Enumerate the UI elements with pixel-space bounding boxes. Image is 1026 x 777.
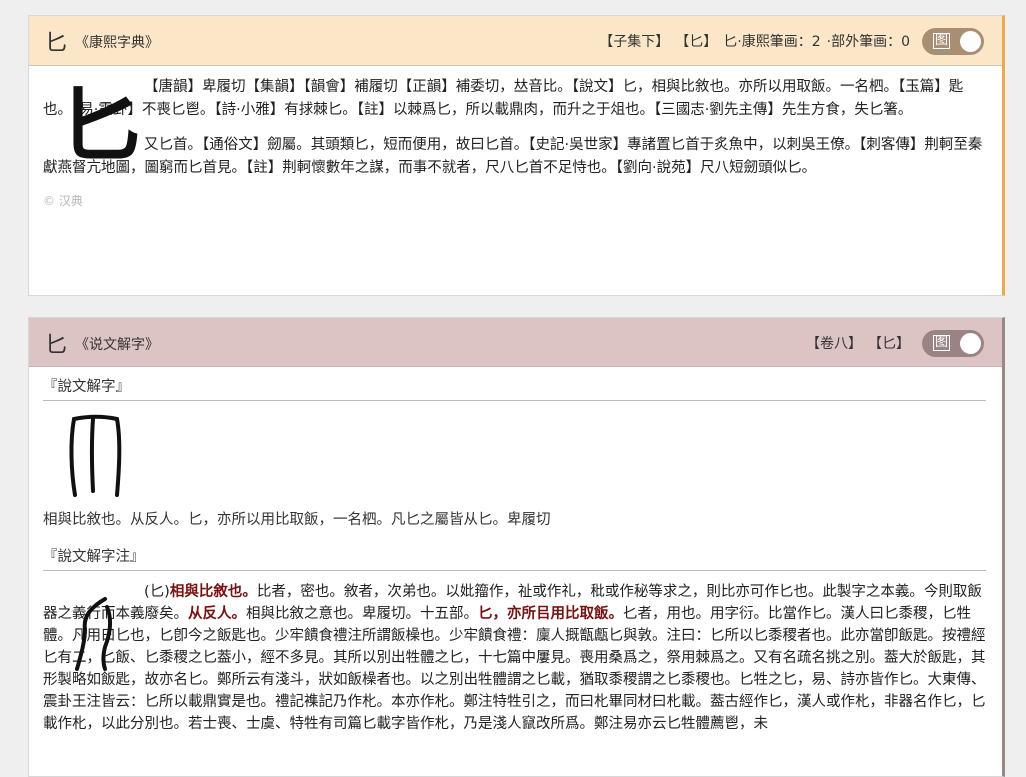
shuowen-body: 『說文解字』 相與比敘也。从反人。匕，亦所以用比取飯，一名柶。凡匕之屬皆从匕。卑… [29, 367, 1002, 735]
meta-volume: 【卷八】 [806, 333, 862, 353]
toggle-label: 图 [933, 33, 950, 49]
kangxi-card-header: 匕 《康熙字典》 【子集下】 【匕】 匕·康熙筆画：2 ·部外筆画：0 图 [29, 16, 1002, 66]
shuowen-card: 匕 《说文解字》 【卷八】 【匕】 图 『說文解字』 相與比敘也。从反人。匕，亦… [28, 317, 1005, 777]
seal-script-glyph [65, 411, 125, 501]
shuowen-card-header: 匕 《说文解字》 【卷八】 【匕】 图 [29, 318, 1002, 367]
shuowen-definition: 相與比敘也。从反人。匕，亦所以用比取飯，一名柶。凡匕之屬皆从匕。卑履切 [43, 509, 986, 531]
annotation-plain: (匕) [144, 584, 170, 600]
header-character: 匕 [45, 327, 67, 359]
annotation-highlight: 从反人。 [188, 606, 246, 622]
toggle-knob [960, 31, 981, 52]
copyright-note: © 汉典 [43, 192, 988, 209]
shuowen-meta: 【卷八】 【匕】 图 [806, 329, 984, 357]
definition-paragraph: 【唐韻】卑履切【集韻】【韻會】補履切【正韻】補委切，𠀤音比。【說文】匕，相與比敘… [43, 76, 988, 122]
section-title-shuowen: 『說文解字』 [43, 375, 986, 401]
meta-strokes: 匕·康熙筆画：2 [723, 31, 820, 51]
image-toggle[interactable]: 图 [922, 28, 984, 55]
annotation-block: (匕)相與比敘也。比者，密也。敘者，次弟也。以妣籀作𠤝，祉或作礼，秕或作秘等求之… [43, 581, 986, 735]
kangxi-dictionary-card: 匕 《康熙字典》 【子集下】 【匕】 匕·康熙筆画：2 ·部外筆画：0 图 匕 … [28, 15, 1005, 296]
annotation-plain: 𠤎者，用也。用字衍。比當作匕。漢人曰匕黍稷，匕牲體。凡用曰匕也，匕卽今之飯匙也。… [43, 606, 986, 732]
meta-volume: 【子集下】 [599, 31, 669, 51]
annotation-highlight: 相與比敘也。 [170, 584, 257, 600]
section-title-annotation: 『說文解字注』 [43, 545, 986, 571]
annotation-plain: 相與比敘之意也。卑履切。十五部。 [246, 606, 478, 622]
kangxi-body: 匕 【唐韻】卑履切【集韻】【韻會】補履切【正韻】補委切，𠀤音比。【說文】匕，相與… [29, 66, 1002, 209]
image-toggle[interactable]: 图 [922, 330, 984, 357]
large-character: 匕 [59, 78, 141, 174]
dictionary-title: 《康熙字典》 [75, 32, 159, 52]
header-character: 匕 [45, 25, 67, 57]
seal-script-glyph [71, 593, 121, 673]
toggle-label: 图 [933, 335, 950, 351]
annotation-text: (匕)相與比敘也。比者，密也。敘者，次弟也。以妣籀作𠤝，祉或作礼，秕或作秘等求之… [43, 581, 986, 735]
kangxi-meta: 【子集下】 【匕】 匕·康熙筆画：2 ·部外筆画：0 图 [599, 27, 984, 55]
meta-extra-strokes: ·部外筆画：0 [827, 31, 910, 51]
dictionary-title: 《说文解字》 [75, 334, 159, 354]
definition-paragraph: 又匕首。【通俗文】劒屬。其頭類匕，短而便用，故曰匕首。【史記·吳世家】專諸置匕首… [43, 134, 988, 180]
meta-radical: 【匕】 [868, 333, 910, 353]
annotation-highlight: 匕，亦所㠯用比取飯。 [478, 606, 623, 622]
meta-radical: 【匕】 [675, 31, 717, 51]
toggle-knob [960, 333, 981, 354]
